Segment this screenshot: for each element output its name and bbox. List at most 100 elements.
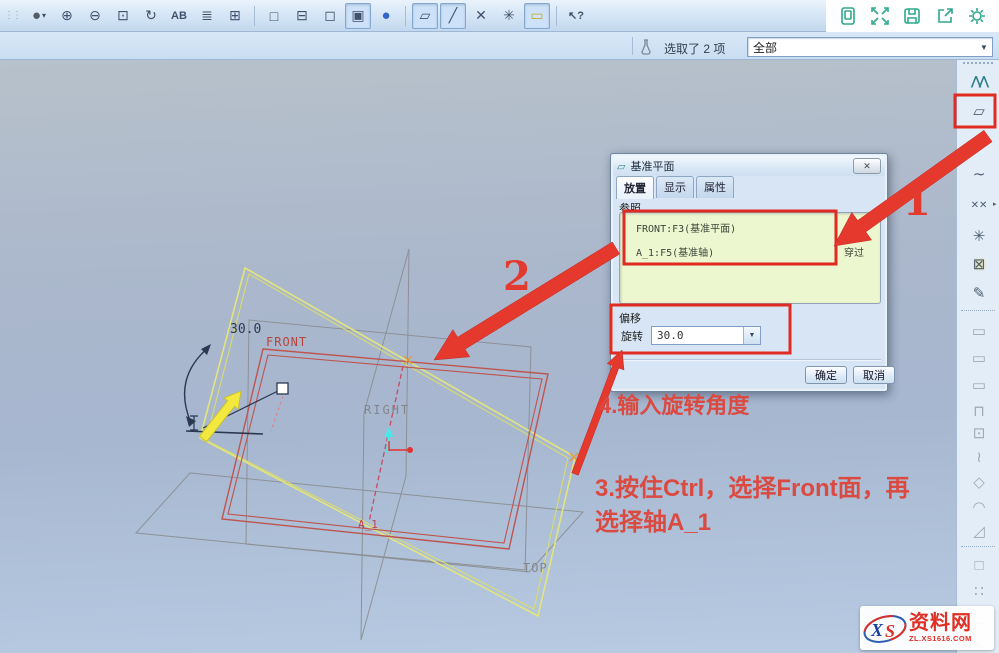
toolbar-grip[interactable]: ⋮⋮ [4,10,20,21]
status-bar: 选取了 2 项 全部 ▼ [0,32,999,60]
layers-button[interactable]: ≣ [194,3,220,29]
ok-button[interactable]: 确定 [805,366,847,384]
axis-a1-line[interactable] [369,366,403,522]
copy-geometry-button-2[interactable]: ▭ [964,345,994,371]
context-help-button[interactable]: ↖? [563,3,589,29]
pattern-tool-button[interactable]: ∷ [964,578,994,604]
copy-geometry-button-1[interactable]: ▭ [964,318,994,344]
sidebar-grip[interactable] [963,62,993,64]
style-tool-icon: ⋀⋀ [971,74,987,88]
chevron-down-icon: ▾ [42,11,46,20]
dialog-titlebar[interactable]: ▱ 基准平面 ✕ [613,156,885,176]
note-orientation-button[interactable]: AB [166,3,192,29]
selection-filter-value: 全部 [748,39,976,56]
shell-icon: □ [974,557,983,574]
hidden-line-display-button[interactable]: ⊟ [289,3,315,29]
view-manager-icon: ⊞ [229,7,241,24]
sketch-tool-button[interactable]: ✎ [964,280,994,306]
tab-placement[interactable]: 放置 [616,176,654,199]
shell-tool-button[interactable]: □ [964,552,994,578]
datum-point-display-button[interactable]: ✕ [468,3,494,29]
sweep-icon: ≀ [976,448,982,466]
front-plane-label: FRONT [266,335,307,349]
toolbar-separator [405,6,406,26]
references-list[interactable]: FRONT:F3(基准平面) 偏移 A_1:F5(基准轴) 穿过 [619,212,881,304]
datum-axis-display-icon: ╱ [449,7,457,24]
zoom-in-button[interactable]: ⊕ [54,3,80,29]
rotation-combobox[interactable]: 30.0 ▼ [651,326,761,345]
flyout-arrow-icon[interactable]: ▸ [993,200,997,208]
reference-name: A_1:F5(基准轴) [636,244,714,259]
boundary-blend-tool-button[interactable]: ◇ [964,469,994,495]
context-help-icon: ↖? [568,9,584,22]
view-manager-button[interactable]: ⊞ [222,3,248,29]
reference-row[interactable]: FRONT:F3(基准平面) 偏移 [620,220,880,235]
rotation-value[interactable]: 30.0 [652,329,743,342]
csys-x-arrow [389,441,407,451]
round-tool-button[interactable]: ◠ [964,494,994,520]
wireframe-cube-icon: □ [270,8,278,24]
datum-curve-tool-button[interactable]: ∼ [964,161,994,187]
round-icon: ◠ [972,498,985,516]
realtime-render-button[interactable]: ● [373,3,399,29]
zoom-out-button[interactable]: ⊖ [82,3,108,29]
no-hidden-display-button[interactable]: ◻ [317,3,343,29]
datum-plane-tool-button[interactable]: ▱ [964,98,994,124]
reorient-button[interactable]: ↻ [138,3,164,29]
settings-gear-icon[interactable] [966,5,988,27]
annotation-display-button[interactable]: ▭ [524,3,550,29]
style-tool-button[interactable]: ⋀⋀ [964,68,994,94]
offset-section-label: 偏移 [619,310,641,326]
offset-point-tool-button[interactable]: ⊠ [964,251,994,277]
coordinate-system-tool-button[interactable]: ✳ [964,223,994,249]
watermark: X S 资料网 ZL.XS1616.COM [860,606,994,650]
save-icon[interactable] [901,5,923,27]
csys-origin-dot [407,447,413,453]
dropdown-arrow-icon[interactable]: ▼ [976,43,992,52]
datum-plane-dialog: ▱ 基准平面 ✕ 放置 显示 属性 参照 FRONT:F3(基准平面) 偏移 A… [610,153,888,392]
zoom-in-icon: ⊕ [61,7,73,24]
datum-axis-tool-button[interactable]: ╱ [964,130,994,156]
datum-plane-display-button[interactable]: ▱ [412,3,438,29]
sidebar-separator [961,310,995,311]
refit-icon: ⊡ [117,7,129,24]
csys-display-button[interactable]: ✳ [496,3,522,29]
tab-properties[interactable]: 属性 [696,176,734,198]
selection-filter-combobox[interactable]: 全部 ▼ [747,37,993,57]
datum-axis-display-button[interactable]: ╱ [440,3,466,29]
close-button[interactable]: ✕ [853,158,881,174]
dialog-title: 基准平面 [630,158,674,174]
copy-geometry-button-3[interactable]: ▭ [964,372,994,398]
reference-row[interactable]: A_1:F5(基准轴) 穿过 [620,244,880,259]
appearance-gallery-button[interactable]: ●▾ [26,3,52,29]
datum-point-display-icon: ✕ [475,7,487,24]
screenshot-icon[interactable] [837,5,859,27]
chamfer-tool-button[interactable]: ◿ [964,518,994,544]
annotation-display-icon: ▭ [530,7,543,24]
copy-geometry-icon: ▭ [972,322,986,340]
reference-name: FRONT:F3(基准平面) [636,220,736,235]
revolve-tool-button[interactable]: ⊡ [964,420,994,446]
sweep-tool-button[interactable]: ≀ [964,444,994,470]
datum-point-tool-button[interactable]: ✕✕ [964,192,994,218]
feature-toolbar: ⋀⋀ ▱ ╱ ∼ ✕✕ ▸ ✳ ⊠ ✎ ▭ ▭ ▭ ⊓ ⊡ ≀ ◇ ◠ ◿ □ … [956,60,999,653]
zoom-out-icon: ⊖ [89,7,101,24]
cancel-button[interactable]: 取消 [853,366,895,384]
reference-constraint[interactable]: 穿过 [844,244,864,259]
coordinate-system-icon: ✳ [973,227,986,245]
wireframe-display-button[interactable]: □ [261,3,287,29]
shaded-display-button[interactable]: ▣ [345,3,371,29]
rotation-dropdown-button[interactable]: ▼ [743,327,760,344]
watermark-brand: 资料网 [909,613,972,633]
angle-value-label: 30.0 [230,322,261,337]
tab-display[interactable]: 显示 [656,176,694,198]
fullscreen-icon[interactable] [869,5,891,27]
rotation-drag-handle[interactable] [277,383,288,394]
share-icon[interactable] [934,5,956,27]
refit-button[interactable]: ⊡ [110,3,136,29]
datum-point-icon: ✕✕ [971,200,988,211]
reference-constraint[interactable]: 偏移 [844,220,864,235]
right-plane-outline[interactable] [361,249,409,640]
chamfer-icon: ◿ [973,522,985,540]
copy-geometry-icon: ▭ [972,376,986,394]
